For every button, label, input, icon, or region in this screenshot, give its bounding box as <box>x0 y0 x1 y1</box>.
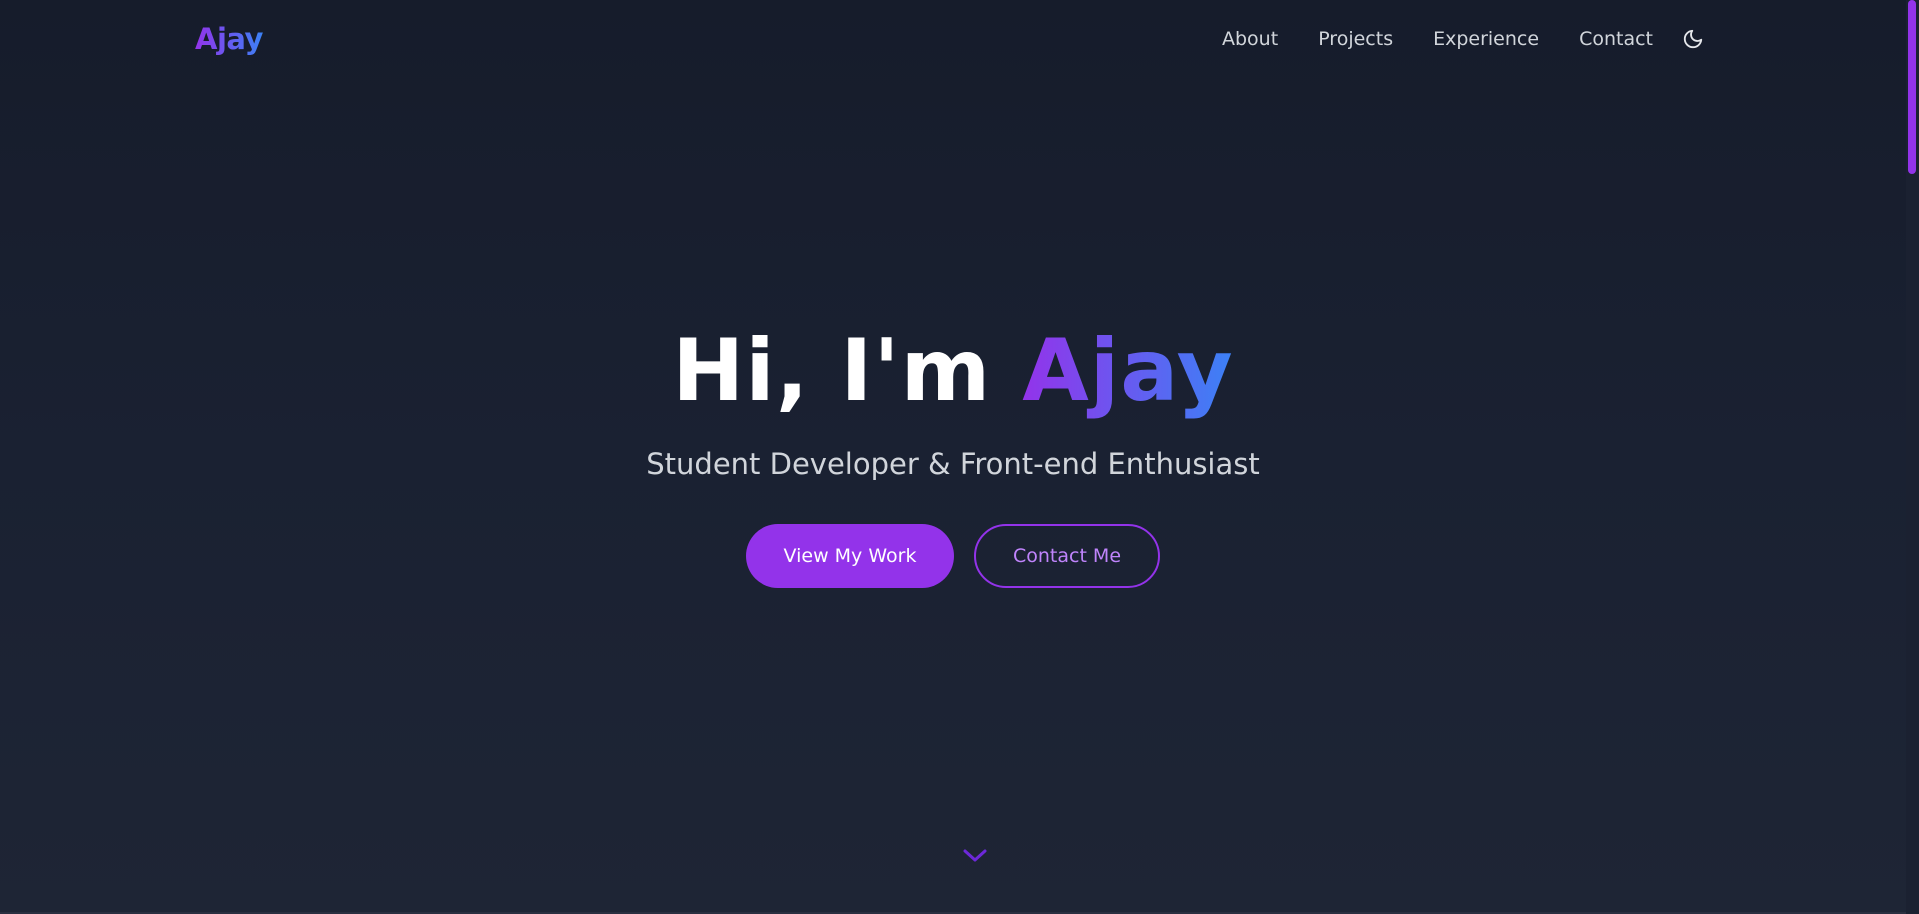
hero-title: Hi, I'm Ajay <box>0 328 1906 414</box>
contact-me-button[interactable]: Contact Me <box>974 524 1160 588</box>
scrollbar-thumb[interactable] <box>1908 0 1916 174</box>
scrollbar[interactable] <box>1906 0 1919 914</box>
hero-subtitle: Student Developer & Front-end Enthusiast <box>646 447 1260 481</box>
scroll-down-indicator[interactable] <box>962 846 988 866</box>
page: Ajay About Projects Experience Contact H… <box>0 0 1906 914</box>
hero-section: Hi, I'm Ajay Student Developer & Front-e… <box>0 0 1906 914</box>
hero-buttons: View My Work Contact Me <box>0 524 1906 588</box>
hero-name: Ajay <box>1022 321 1234 421</box>
view-my-work-button[interactable]: View My Work <box>746 524 954 588</box>
chevron-down-icon <box>963 849 987 862</box>
hero-greeting: Hi, I'm <box>672 321 1023 421</box>
